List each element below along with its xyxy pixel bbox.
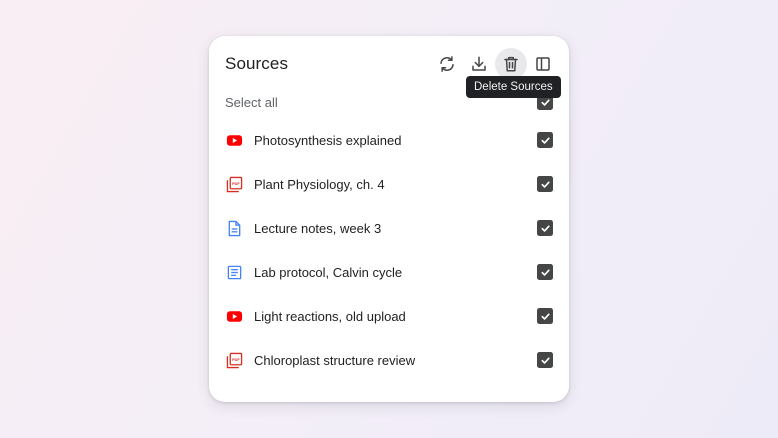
source-checkbox[interactable] [537, 352, 553, 368]
check-icon [540, 224, 550, 232]
svg-text:PDF: PDF [232, 182, 240, 186]
source-label: Lecture notes, week 3 [254, 220, 382, 236]
source-checkbox[interactable] [537, 132, 553, 148]
check-icon [540, 136, 550, 144]
delete-sources-tooltip: Delete Sources [466, 76, 561, 98]
svg-text:PDF: PDF [232, 358, 240, 362]
pdf-icon: PDF [225, 175, 243, 193]
trash-icon [504, 56, 518, 72]
side-panel-icon [536, 57, 550, 71]
source-label: Light reactions, old upload [254, 308, 406, 324]
refresh-icon [440, 56, 454, 72]
pdf-icon: PDF [225, 351, 243, 369]
source-checkbox[interactable] [537, 220, 553, 236]
source-item[interactable]: PDF Chloroplast structure review [209, 338, 569, 382]
source-checkbox[interactable] [537, 176, 553, 192]
youtube-icon [225, 131, 243, 149]
source-item[interactable]: Photosynthesis explained [209, 118, 569, 162]
youtube-icon [225, 307, 243, 325]
source-label: Chloroplast structure review [254, 352, 416, 368]
panel-title: Sources [225, 54, 289, 73]
source-item[interactable]: PDF Plant Physiology, ch. 4 [209, 162, 569, 206]
check-icon [540, 356, 550, 364]
check-icon [540, 180, 550, 188]
check-icon [540, 312, 550, 320]
select-all-label: Select all [225, 95, 278, 110]
download-icon [472, 56, 486, 71]
sources-panel: Sources Delete Sources Select all Photos… [209, 36, 569, 402]
check-icon [540, 268, 550, 276]
source-item[interactable]: Lecture notes, week 3 [209, 206, 569, 250]
text-file-icon [225, 263, 243, 281]
source-label: Lab protocol, Calvin cycle [254, 264, 403, 280]
source-label: Plant Physiology, ch. 4 [254, 176, 385, 192]
source-checkbox[interactable] [537, 264, 553, 280]
refresh-button[interactable] [431, 48, 463, 80]
background: Sources Delete Sources Select all Photos… [0, 0, 778, 438]
source-label: Photosynthesis explained [254, 132, 402, 148]
check-icon [540, 98, 550, 106]
document-icon [225, 219, 243, 237]
source-item[interactable]: Light reactions, old upload [209, 294, 569, 338]
source-item[interactable]: Lab protocol, Calvin cycle [209, 250, 569, 294]
source-checkbox[interactable] [537, 308, 553, 324]
